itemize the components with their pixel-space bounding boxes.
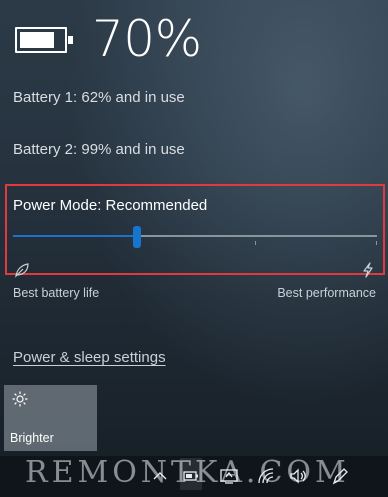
battery-flyout: 70% Battery 1: 62% and in use Battery 2:… xyxy=(0,0,388,497)
slider-rail-fill xyxy=(13,235,137,237)
slider-thumb[interactable] xyxy=(133,226,141,248)
battery-percentage: 70% xyxy=(92,10,202,68)
watermark: REMONTKA.COM xyxy=(25,455,350,490)
battery-icon xyxy=(15,27,73,53)
battery-2-status: Battery 2: 99% and in use xyxy=(13,141,185,158)
brightness-tile[interactable]: Brighter xyxy=(4,385,97,451)
leaf-battery-saver-icon xyxy=(15,263,29,278)
power-sleep-settings-link[interactable]: Power & sleep settings xyxy=(13,349,166,366)
lightning-performance-icon xyxy=(363,262,373,278)
brightness-tile-label: Brighter xyxy=(10,431,54,445)
best-battery-life-label: Best battery life xyxy=(13,286,100,300)
best-performance-label: Best performance xyxy=(277,286,376,300)
battery-terminal xyxy=(68,36,73,44)
sun-brightness-icon xyxy=(12,391,28,407)
power-mode-slider[interactable] xyxy=(13,226,377,248)
battery-1-status: Battery 1: 62% and in use xyxy=(13,89,185,106)
power-mode-title: Power Mode: Recommended xyxy=(13,197,208,214)
slider-tick xyxy=(255,241,256,245)
slider-tick xyxy=(376,241,377,245)
battery-level-fill xyxy=(20,32,54,48)
